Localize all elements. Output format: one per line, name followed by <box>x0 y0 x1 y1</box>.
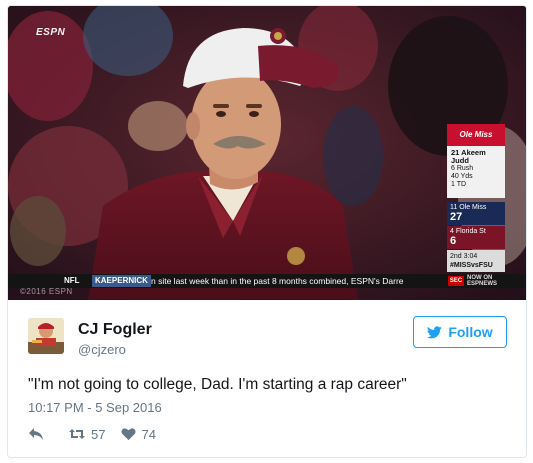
tweet-media-image[interactable]: ESPN Ole Miss 21 Akeem Judd 6 Rush 40 Yd… <box>8 6 526 300</box>
now-on-line2: ESPNEWS <box>467 281 498 287</box>
twitter-bird-icon <box>427 325 443 338</box>
game-clock: 2nd 3:04 #MISSvsFSU <box>447 250 505 272</box>
heart-icon <box>121 428 136 441</box>
ticker-tag: KAEPERNICK <box>92 275 151 287</box>
bottom-ticker: NFL KAEPERNICK n site last week than in … <box>8 274 526 288</box>
like-count: 74 <box>141 426 156 442</box>
follow-label: Follow <box>448 324 493 340</box>
tweet-timestamp[interactable]: 10:17 PM - 5 Sep 2016 <box>28 400 162 415</box>
network-watermark: ©2016 ESPN <box>20 287 73 296</box>
stat-yards: 40 Yds <box>451 173 473 180</box>
network-logo: ESPN <box>36 27 66 38</box>
reply-button[interactable] <box>28 427 44 441</box>
like-button[interactable]: 74 <box>121 426 156 442</box>
scoreboard-team-logo: Ole Miss <box>447 124 505 146</box>
score-row-team1: 11 Ole Miss 27 <box>447 202 505 225</box>
tweet-actions: 57 74 <box>28 424 156 444</box>
stat-rush: 6 Rush <box>451 165 474 172</box>
player-stat-box: 21 Akeem Judd 6 Rush 40 Yds 1 TD <box>447 146 505 198</box>
team1-label: 11 Ole Miss <box>450 204 487 211</box>
retweet-icon <box>69 429 85 439</box>
user-handle[interactable]: @cjzero <box>78 342 126 357</box>
ticker-text: n site last week than in the past 8 mont… <box>151 276 404 286</box>
game-hashtag: #MISSvsFSU <box>450 262 493 269</box>
avatar[interactable] <box>28 318 64 354</box>
player-name-line2: Judd <box>451 156 469 165</box>
tweet-text: "I'm not going to college, Dad. I'm star… <box>28 376 407 393</box>
team1-score: 27 <box>450 211 463 223</box>
team2-score: 6 <box>450 235 457 247</box>
ticker-league: NFL <box>64 276 80 285</box>
clock-value: 2nd 3:04 <box>450 253 478 260</box>
retweet-count: 57 <box>91 426 106 442</box>
retweet-button[interactable]: 57 <box>68 427 105 442</box>
now-on-label: NOW ON ESPNEWS <box>467 275 497 287</box>
score-row-team2: 4 Florida St 6 <box>447 226 505 249</box>
display-name[interactable]: CJ Fogler <box>78 321 152 339</box>
reply-icon <box>29 428 43 440</box>
team2-label: 4 Florida St <box>450 228 486 235</box>
stat-td: 1 TD <box>451 181 467 188</box>
sec-badge: SEC <box>448 276 464 286</box>
avatar-image <box>28 318 64 354</box>
tweet-card: ESPN Ole Miss 21 Akeem Judd 6 Rush 40 Yd… <box>7 5 527 458</box>
follow-button[interactable]: Follow <box>413 316 507 348</box>
scoreboard: Ole Miss 21 Akeem Judd 6 Rush 40 Yds 1 T… <box>447 124 505 272</box>
